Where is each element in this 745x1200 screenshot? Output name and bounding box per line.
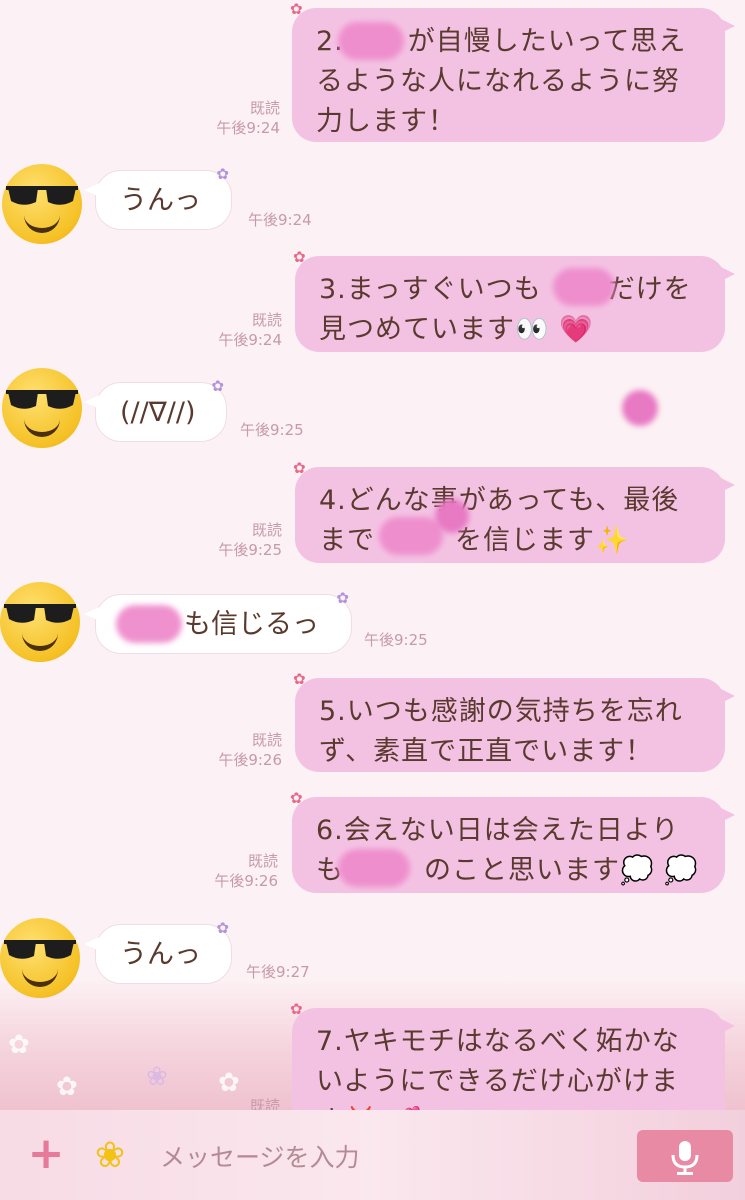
read-receipt: 既読 [251,731,282,749]
chat-area[interactable]: ✿ 2. が自慢したいって思え るような人になれるように努 力します！ 既読 午後… [0,0,745,1110]
avatar[interactable] [0,582,80,662]
timestamp: 午後9:24 [216,119,280,137]
message-text: うんっ [120,939,201,970]
their-message-bubble[interactable]: ✿ も信じるっ [84,589,352,654]
redacted-blur [622,390,658,426]
flower-decoration-icon: ✿ [216,919,229,937]
redacted-blur [338,22,404,60]
message-meta: 既読 午後9:26 [194,851,278,891]
avatar[interactable] [2,164,82,244]
message-text: 3.まっすぐいつも [319,274,542,305]
message-text: だけを [607,274,692,305]
redacted-blur [116,605,182,643]
smile-mouth [24,210,60,233]
flower-decoration-icon: ✿ [290,0,304,18]
timestamp: 午後9:25 [218,541,282,559]
sunglasses-icon [4,940,76,959]
read-receipt: 既読 [249,99,280,117]
flower-decoration-icon: ✿ [216,165,229,183]
message-text: が自慢したいって思え [407,26,687,57]
message-text: ず、素直で正直でいます！ [319,736,654,767]
flower-decoration-icon: ✿ [336,589,349,607]
message-meta: 既読 [196,1096,280,1110]
message-text: のこと思います [424,855,620,886]
microphone-icon [671,1141,699,1175]
message-text: 力します！ [316,106,456,137]
my-message-bubble[interactable]: ✿ 7.ヤキモチはなるべく妬かな いようにできるだけ心がけま す💢 💕 [290,1002,735,1110]
read-receipt: 既読 [247,852,278,870]
message-text: 4.どんな事があっても、最後 [319,485,680,516]
flower-decoration-icon: ✿ [293,459,307,477]
message-meta: 既読 午後9:24 [198,310,282,350]
smile-mouth [24,414,60,437]
my-message-bubble[interactable]: ✿ 6.会えない日は会えた日より ものこと思います💭 💭 [290,791,735,893]
avatar[interactable] [0,918,80,998]
timestamp: 午後9:26 [218,751,282,769]
message-text: いようにできるだけ心がけま [316,1066,679,1097]
message-text: うんっ [120,185,201,216]
flower-decoration-icon: ✿ [293,248,307,266]
flower-decoration-icon: ✿ [293,670,307,688]
flower-icon[interactable]: ❀ [88,1136,132,1176]
sunglasses-icon [4,604,76,623]
redacted-blur [435,499,469,533]
message-text: るような人になれるように努 [316,66,680,97]
my-message-bubble[interactable]: ✿ 5.いつも感謝の気持ちを忘れ ず、素直で正直でいます！ [293,672,735,772]
timestamp: 午後9:24 [248,211,312,229]
redacted-blur [553,268,615,306]
message-meta: 既読 午後9:24 [196,98,280,138]
timestamp: 午後9:25 [364,631,428,649]
their-message-bubble[interactable]: ✿ (//∇//) [84,377,227,442]
message-text: 7.ヤキモチはなるべく妬かな [316,1026,680,1057]
read-receipt: 既読 [251,521,282,539]
my-message-bubble[interactable]: ✿ 4.どんな事があっても、最後 まで を信じます✨ [293,461,735,563]
message-text: も信じるっ [184,609,319,640]
sparkles-emoji-icon: ✨ [595,525,630,556]
my-message-bubble[interactable]: ✿ 3.まっすぐいつも だけを 見つめています👀 💗 [293,250,735,352]
their-message-bubble[interactable]: ✿ うんっ [84,919,232,984]
timestamp: 午後9:24 [218,331,282,349]
eyes-heart-emoji-icon: 👀 💗 [515,314,594,345]
my-message-bubble[interactable]: ✿ 2. が自慢したいって思え るような人になれるように努 力します！ [290,2,735,142]
message-text: まで [319,525,375,556]
timestamp: 午後9:26 [214,872,278,890]
redacted-blur [379,517,443,555]
smile-mouth [22,964,58,987]
message-text: (//∇//) [120,397,196,428]
plus-icon[interactable]: + [26,1132,66,1176]
flower-decoration-icon: ✿ [211,377,224,395]
timestamp: 午後9:27 [246,963,310,981]
flower-decoration-icon: ✿ [290,789,304,807]
message-text: 6.会えない日は会えた日より [316,815,680,846]
message-input[interactable] [158,1138,602,1176]
timestamp: 午後9:25 [240,421,304,439]
message-meta: 既読 午後9:26 [198,730,282,770]
flower-decoration-icon: ✿ [290,1000,304,1018]
read-receipt: 既読 [251,311,282,329]
thought-balloon-emoji-icon: 💭 💭 [620,855,699,886]
message-text: を信じます [455,525,595,556]
message-meta: 既読 午後9:25 [198,520,282,560]
message-text: 5.いつも感謝の気持ちを忘れ [319,696,683,727]
message-text: 見つめています [319,314,515,345]
message-input-bar: + ❀ [0,1110,745,1200]
smile-mouth [22,628,58,651]
voice-button[interactable] [637,1130,733,1182]
sunglasses-icon [6,186,78,205]
redacted-blur [338,849,410,887]
avatar[interactable] [2,368,82,448]
sunglasses-icon [6,390,78,409]
read-receipt: 既読 [249,1097,280,1110]
their-message-bubble[interactable]: ✿ うんっ [84,165,232,230]
